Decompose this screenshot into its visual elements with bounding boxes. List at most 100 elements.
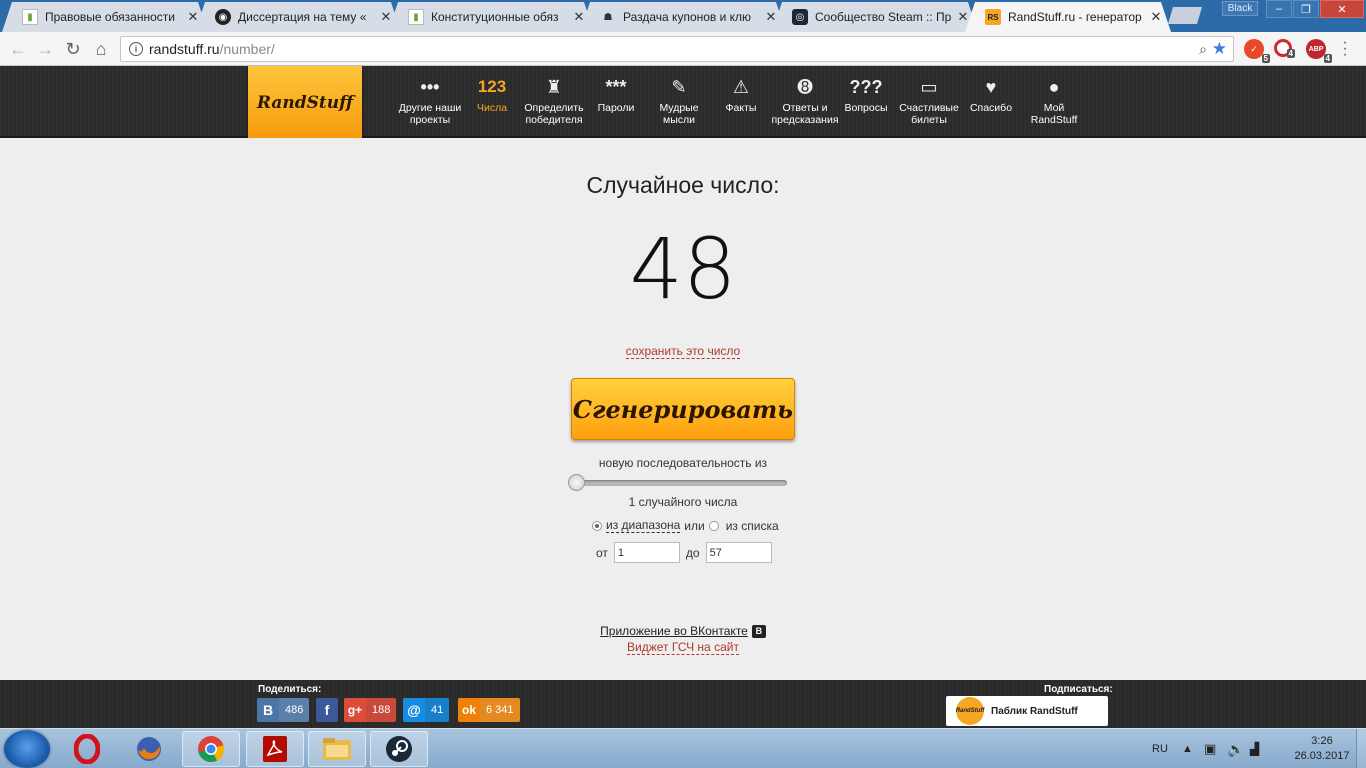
close-tab-icon[interactable]: ✕	[1149, 9, 1163, 25]
mode-or-label: или	[684, 518, 705, 533]
save-number-link[interactable]: сохранить это число	[625, 344, 741, 359]
user-icon: ●	[1048, 77, 1060, 97]
show-desktop-button[interactable]	[1356, 729, 1366, 768]
radio-list[interactable]	[708, 520, 719, 531]
magic-ball-icon: ➑	[797, 77, 813, 97]
bar-chart-icon: ▮	[22, 9, 38, 25]
show-hidden-icons[interactable]: ▲	[1182, 729, 1193, 768]
share-vk-button[interactable]: В 486	[257, 698, 310, 722]
game-icon: ☗	[603, 11, 613, 23]
browser-menu-icon[interactable]: · · ·	[1340, 35, 1350, 63]
opera-icon[interactable]	[58, 731, 116, 767]
opera-extension-icon[interactable]: 4	[1274, 39, 1295, 58]
close-window-button[interactable]: ✕	[1320, 0, 1364, 18]
from-input[interactable]	[613, 542, 680, 563]
steam-icon: ◎	[792, 9, 808, 25]
restore-button[interactable]: ❐	[1293, 0, 1319, 18]
nav-passwords[interactable]: *** Пароли	[583, 74, 649, 114]
bar-chart-icon: ▮	[408, 9, 424, 25]
widget-link-row: Виджет ГСЧ на сайт	[0, 640, 1366, 655]
mode-selector: из диапазона или из списка	[592, 518, 779, 533]
share-facebook-button[interactable]: f	[316, 698, 338, 722]
browser-tab[interactable]: ◉ Диссертация на тему « ✕	[195, 2, 401, 32]
site-logo[interactable]: RandStuff	[248, 66, 362, 140]
warning-icon: ⚠	[732, 77, 750, 97]
browser-tab[interactable]: ◎ Сообщество Steam :: Пр ✕	[772, 2, 978, 32]
browser-tab[interactable]: ☗ Раздача купонов и клю ✕	[580, 2, 786, 32]
from-label: от	[596, 545, 608, 560]
vk-icon: В	[751, 625, 766, 639]
scroll-icon: ✎	[671, 77, 687, 97]
close-tab-icon[interactable]: ✕	[186, 9, 200, 25]
count-slider-handle[interactable]	[568, 474, 585, 491]
share-label: Поделиться:	[258, 684, 322, 695]
start-button[interactable]	[4, 730, 50, 768]
subscribe-label: Подписаться:	[1044, 684, 1113, 695]
site-header: RandStuff ••• Другие наши проекты 123 Чи…	[0, 66, 1366, 140]
sequence-label: новую последовательность из	[598, 456, 768, 470]
vk-app-link[interactable]: Приложение во ВКонтакте	[600, 624, 748, 638]
numbers-icon: 123	[477, 77, 507, 96]
mail-icon: @	[403, 698, 425, 722]
profile-button[interactable]: Black	[1222, 1, 1258, 16]
to-label: до	[685, 545, 700, 560]
count-label: 1 случайного числа	[628, 495, 738, 509]
language-indicator[interactable]: RU	[1152, 729, 1168, 768]
mode-range-label[interactable]: из диапазона	[606, 518, 681, 533]
page-title: Случайное число:	[586, 172, 780, 198]
info-icon[interactable]: i	[129, 42, 143, 56]
adblock-extension-icon[interactable]: ABP 4	[1306, 39, 1332, 63]
system-clock[interactable]: 3:26 26.03.2017	[1294, 734, 1350, 764]
chrome-icon[interactable]	[182, 731, 240, 767]
bookmark-star-icon[interactable]: ★	[1212, 39, 1227, 59]
nav-wise-thoughts[interactable]: ✎ Мудрые мысли	[646, 74, 712, 126]
volume-icon[interactable]: 🔈	[1227, 729, 1244, 768]
count-slider[interactable]	[568, 474, 787, 491]
generate-button[interactable]: Сгенерировать	[571, 378, 795, 440]
nav-questions[interactable]: ??? Вопросы	[833, 74, 899, 114]
subscribe-button[interactable]: RandStuff Паблик RandStuff	[946, 696, 1108, 726]
new-tab-button[interactable]	[1168, 7, 1202, 24]
nav-other-projects[interactable]: ••• Другие наши проекты	[397, 74, 463, 126]
share-odnoklassniki-button[interactable]: ok 6 341	[458, 698, 520, 722]
zoom-icon[interactable]: ⌕	[1199, 41, 1207, 58]
address-bar[interactable]: i randstuff.ru/number/ ⌕ ★	[120, 36, 1234, 62]
nav-my-randstuff[interactable]: ● Мой RandStuff	[1021, 74, 1087, 126]
url-path: /number/	[219, 41, 275, 57]
acrobat-icon[interactable]	[246, 731, 304, 767]
back-arrow-icon[interactable]: ←	[7, 38, 29, 60]
windows-taskbar: RU ▲ ▣ 🔈 ▟ 3:26 26.03.2017	[0, 728, 1366, 768]
close-tab-icon[interactable]: ✕	[379, 9, 393, 25]
nav-thanks[interactable]: ♥ Спасибо	[958, 74, 1024, 114]
nav-winner[interactable]: ♜ Определить победителя	[521, 74, 587, 126]
firefox-icon[interactable]	[120, 731, 178, 767]
minimize-button[interactable]: –	[1266, 0, 1292, 18]
file-explorer-icon[interactable]	[308, 731, 366, 767]
share-mail-button[interactable]: @41	[403, 698, 450, 722]
nav-answers[interactable]: ➑ Ответы и предсказания	[771, 74, 839, 126]
widget-link[interactable]: Виджет ГСЧ на сайт	[627, 640, 739, 655]
reload-icon[interactable]: ↻	[62, 38, 84, 60]
browser-tab-strip: ▮ Правовые обязанности ✕ ◉ Диссертация н…	[0, 0, 1366, 32]
to-input[interactable]	[705, 542, 772, 563]
radio-range[interactable]	[592, 520, 602, 531]
browser-tab[interactable]: ▮ Конституционные обяз ✕	[388, 2, 594, 32]
steam-icon[interactable]	[370, 731, 428, 767]
network-icon[interactable]: ▟	[1250, 729, 1259, 768]
nav-facts[interactable]: ⚠ Факты	[708, 74, 774, 114]
browser-tab-active[interactable]: RS RandStuff.ru - генератор ✕	[965, 2, 1171, 32]
vpn-extension-icon[interactable]: ✓ 5	[1244, 39, 1270, 63]
close-tab-icon[interactable]: ✕	[956, 9, 970, 25]
nav-numbers[interactable]: 123 Числа	[459, 74, 525, 114]
share-google-plus-button[interactable]: g+ 188	[344, 698, 397, 722]
browser-tab[interactable]: ▮ Правовые обязанности ✕	[2, 2, 208, 32]
mode-list-label[interactable]: из списка	[726, 519, 779, 533]
password-icon: ***	[605, 77, 627, 97]
vk-app-link-row: Приложение во ВКонтакте В	[0, 624, 1366, 639]
power-icon[interactable]: ▣	[1204, 729, 1216, 768]
film-reel-icon: ◉	[215, 9, 231, 25]
nav-lucky-tickets[interactable]: ▭ Счастливые билеты	[896, 74, 962, 126]
forward-arrow-icon[interactable]: →	[34, 38, 56, 60]
facebook-icon: f	[316, 698, 338, 722]
home-icon[interactable]: ⌂	[90, 38, 112, 60]
